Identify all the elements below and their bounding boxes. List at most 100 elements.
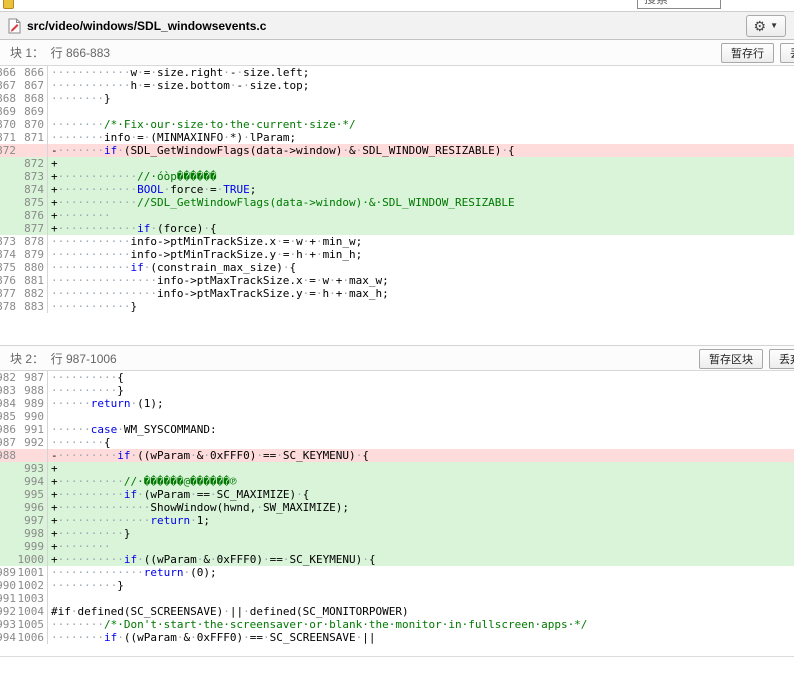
app-icon xyxy=(3,0,14,9)
diff-row[interactable]: 1000 +··········if·((wParam·&·0xFFF0)·==·… xyxy=(0,553,794,566)
diff-row[interactable]: 878 883 ············} xyxy=(0,300,794,313)
code-token: ((wParam xyxy=(143,553,197,566)
diff-row[interactable]: 998 +··········} xyxy=(0,527,794,540)
diff-row[interactable]: 986 991 ······case·WM_SYSCOMMAND: xyxy=(0,423,794,436)
discard-hunk-button[interactable]: 丢弃区块 xyxy=(769,349,794,369)
code-token: == xyxy=(262,449,277,462)
settings-button[interactable]: ⚙ ▼ xyxy=(745,14,786,37)
diff-row[interactable]: 983 988 ··········} xyxy=(0,384,794,397)
search-input[interactable] xyxy=(637,0,721,9)
diff-row[interactable]: 874 +············BOOL·force·=·TRUE; xyxy=(0,183,794,196)
diff-row[interactable]: 872-·······if·(SDL_GetWindowFlags(data->… xyxy=(0,144,794,157)
diff-row[interactable]: 873 878 ············info->ptMinTrackSize.x… xyxy=(0,235,794,248)
code-token: (force) xyxy=(156,222,204,235)
diff-row[interactable]: 868 868 ········} xyxy=(0,92,794,105)
code-token: + xyxy=(51,157,58,170)
diff-row[interactable]: 871871········info·=·(MINMAXINFO·*)·lPar… xyxy=(0,131,794,144)
stage-hunk-button[interactable]: 暂存区块 xyxy=(699,349,763,369)
diff-row[interactable]: 9941006········if·((wParam·&·0xFFF0)·==·… xyxy=(0,631,794,644)
code-token: + xyxy=(51,209,58,222)
code-token: SC_KEYMENU) xyxy=(289,553,363,566)
old-line-number xyxy=(0,514,16,527)
line-number-gutter: 993 xyxy=(0,462,48,475)
old-line-number: 988 xyxy=(0,449,16,462)
diff-row[interactable]: 985 990 xyxy=(0,410,794,423)
diff-row[interactable]: 867867············h·=·size.bottom·-·size… xyxy=(0,79,794,92)
diff-row[interactable]: 994 +··········//·������@������℗ xyxy=(0,475,794,488)
diff-row[interactable]: 866866············w·=·size.right·-·size.… xyxy=(0,66,794,79)
file-header: src/video/windows/SDL_windowsevents.c ⚙ … xyxy=(0,11,794,40)
new-line-number: 873 xyxy=(24,170,44,183)
new-line-number: 993 xyxy=(24,462,44,475)
whitespace-dots: · xyxy=(150,79,157,92)
new-line-number: 874 xyxy=(24,183,44,196)
code-token: if xyxy=(123,553,138,566)
diff-row[interactable]: 997 +··············return·1; xyxy=(0,514,794,527)
diff-row[interactable]: 995 +··········if·(wParam·==·SC_MAXIMIZE)… xyxy=(0,488,794,501)
code-token: || xyxy=(362,631,376,644)
diff-row[interactable]: 999 +········ xyxy=(0,540,794,553)
code-token: h xyxy=(296,248,303,261)
old-line-number: 985 xyxy=(0,410,16,423)
diff-row[interactable]: 988-·········if·((wParam·&·0xFFF0)·==·SC… xyxy=(0,449,794,462)
diff-row[interactable]: 984 989 ······return·(1); xyxy=(0,397,794,410)
diff-row[interactable]: 877 +············if·(force)·{ xyxy=(0,222,794,235)
diff-row[interactable]: 876 +········ xyxy=(0,209,794,222)
diff-row[interactable]: 875 880 ············if·(constrain_max_size… xyxy=(0,261,794,274)
whitespace-dots: ······· xyxy=(57,144,104,157)
code-token: SDL_WINDOW_RESIZABLE) xyxy=(362,144,502,157)
new-line-number: 1002 xyxy=(17,579,45,592)
line-number-gutter: 876 xyxy=(0,209,48,222)
diff-row[interactable]: 877 882 ················info->ptMaxTrackSi… xyxy=(0,287,794,300)
code-token: + xyxy=(51,475,58,488)
diff-row[interactable]: 9891001··············return·(0); xyxy=(0,566,794,579)
diff-row[interactable]: 873 +············//·óòp������ xyxy=(0,170,794,183)
diff-row[interactable]: 982 987 ··········{ xyxy=(0,371,794,384)
code-token: info->ptMaxTrackSize.x xyxy=(156,274,303,287)
line-number-gutter: 9901002 xyxy=(0,579,48,592)
line-number-gutter: 877 882 xyxy=(0,287,48,300)
line-number-gutter: 866 866 xyxy=(0,66,48,79)
old-line-number: 990 xyxy=(0,579,16,592)
diff-row[interactable]: 9901002··········} xyxy=(0,579,794,592)
whitespace-dots: · xyxy=(203,449,210,462)
diff-row[interactable]: 869 869 xyxy=(0,105,794,118)
diff-row[interactable]: 9931005········/*·Don't·start·the·screen… xyxy=(0,618,794,631)
diff-row[interactable]: 9921004#if·defined(SC_SCREENSAVE)·||·def… xyxy=(0,605,794,618)
old-line-number: 878 xyxy=(0,300,16,313)
diff-row[interactable]: 987 992 ········{ xyxy=(0,436,794,449)
code-line: ········info·=·(MINMAXINFO·*)·lParam; xyxy=(48,131,794,144)
whitespace-dots: ······ xyxy=(51,423,91,436)
code-token: } xyxy=(117,384,124,397)
diff-row[interactable]: 876 881 ················info->ptMaxTrackSi… xyxy=(0,274,794,287)
whitespace-dots: ·············· xyxy=(51,566,144,579)
old-line-number: 992 xyxy=(0,605,16,618)
whitespace-dots: · xyxy=(315,274,323,287)
line-number-gutter: 987 992 xyxy=(0,436,48,449)
new-line-number: 877 xyxy=(24,222,44,235)
old-line-number xyxy=(0,196,16,209)
line-number-gutter: 983 988 xyxy=(0,384,48,397)
line-number-gutter: 877 xyxy=(0,222,48,235)
diff-row[interactable]: 996 +··············ShowWindow(hwnd,·SW_MA… xyxy=(0,501,794,514)
code-token: SW_MAXIMIZE); xyxy=(262,501,350,514)
discard-lines-button[interactable]: 丢弃行 xyxy=(780,43,794,63)
code-token: = xyxy=(137,131,144,144)
code-token: & xyxy=(203,553,210,566)
whitespace-dots: ········ xyxy=(51,436,104,449)
diff-row[interactable]: 874 879 ············info->ptMinTrackSize.y… xyxy=(0,248,794,261)
line-number-gutter: 9891001 xyxy=(0,566,48,579)
diff-row[interactable]: 875 +············//SDL_GetWindowFlags(dat… xyxy=(0,196,794,209)
new-line-number: 870 xyxy=(24,118,44,131)
stage-lines-button[interactable]: 暂存行 xyxy=(721,43,774,63)
code-line: +········ xyxy=(48,209,794,222)
code-line: +··········} xyxy=(48,527,794,540)
diff-row[interactable]: 870 870 ········/*·Fix·our·size·to·the·cur… xyxy=(0,118,794,131)
code-token: ShowWindow(hwnd, xyxy=(150,501,257,514)
line-number-gutter: 869 869 xyxy=(0,105,48,118)
whitespace-dots: ········ xyxy=(51,131,104,144)
diff-row[interactable]: 9911003 xyxy=(0,592,794,605)
diff-row[interactable]: 993 + xyxy=(0,462,794,475)
code-token: (1); xyxy=(137,397,164,410)
diff-row[interactable]: 872 + xyxy=(0,157,794,170)
